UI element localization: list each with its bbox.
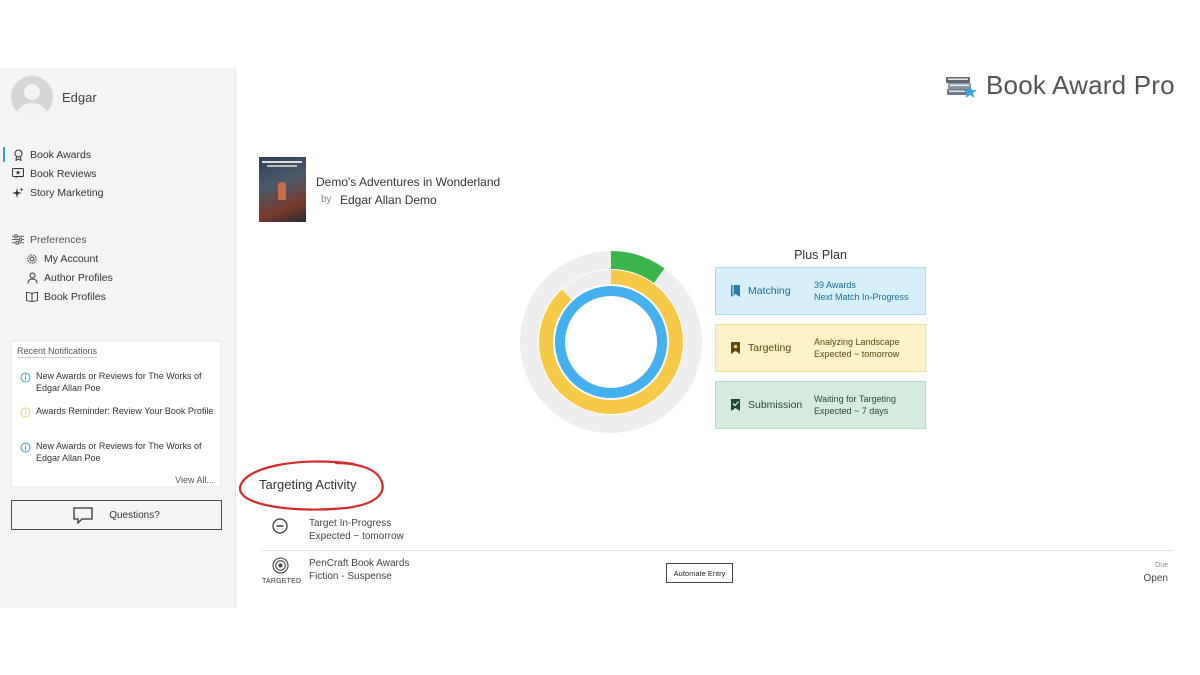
target-bookmark-icon <box>728 341 742 355</box>
sliders-icon <box>12 234 24 246</box>
targeted-tag: TARGETED <box>262 578 302 585</box>
activity-row[interactable]: Target In-Progress Expected ~ tomorrow <box>262 515 1174 549</box>
info-icon <box>20 442 31 453</box>
gear-icon <box>26 253 38 265</box>
person-icon <box>26 272 38 284</box>
sidebar-item-book-reviews[interactable]: Book Reviews <box>0 164 236 183</box>
activity-status: Target In-Progress <box>309 518 392 529</box>
book-cover[interactable] <box>259 157 306 222</box>
middle-ring-progress <box>539 270 683 414</box>
sidebar-item-preferences[interactable]: Preferences <box>0 230 236 249</box>
pending-icon <box>272 518 288 534</box>
sidebar-item-book-awards[interactable]: Book Awards <box>0 145 236 164</box>
sidebar-item-label: Author Profiles <box>44 271 113 284</box>
notifications-title: Recent Notifications <box>17 346 98 358</box>
plan-card-targeting[interactable]: Targeting Analyzing Landscape Expected ~ … <box>715 324 926 372</box>
sidebar-item-label: Book Profiles <box>44 290 106 303</box>
award-category: Fiction - Suspense <box>309 571 392 582</box>
reminder-icon <box>20 407 31 418</box>
award-name: PenCraft Book Awards <box>309 558 410 569</box>
preferences-nav: Preferences My Account Author Profiles B… <box>0 230 236 306</box>
notification-item[interactable]: New Awards or Reviews for The Works of E… <box>20 440 216 464</box>
outer-ring-track <box>520 251 702 433</box>
book-icon <box>26 291 38 303</box>
view-all-link[interactable]: View All... <box>175 475 214 485</box>
sidebar-item-story-marketing[interactable]: Story Marketing <box>0 183 236 202</box>
notifications-panel: Recent Notifications New Awards or Revie… <box>11 341 221 487</box>
sidebar-item-label: Book Awards <box>30 148 92 161</box>
sidebar-item-my-account[interactable]: My Account <box>0 249 236 268</box>
activity-title: Targeting Activity <box>259 477 357 492</box>
review-icon <box>12 168 24 180</box>
questions-button[interactable]: Questions? <box>11 500 222 530</box>
target-icon <box>272 557 289 574</box>
plan-card-submission[interactable]: Submission Waiting for Targeting Expected… <box>715 381 926 429</box>
automate-entry-button[interactable]: Automate Entry <box>666 563 733 583</box>
sidebar-item-label: Book Reviews <box>30 167 97 180</box>
book-title: Demo's Adventures in Wonderland <box>316 175 501 189</box>
award-icon <box>12 149 24 161</box>
inner-ring-progress <box>555 286 667 398</box>
main-nav: Book Awards Book Reviews Story Marketing <box>0 145 236 202</box>
activity-expected: Expected ~ tomorrow <box>309 531 404 542</box>
sidebar: Edgar Book Awards Book Reviews Story Mar… <box>0 68 236 608</box>
avatar[interactable] <box>11 76 53 118</box>
sidebar-item-book-profiles[interactable]: Book Profiles <box>0 287 236 306</box>
sidebar-item-author-profiles[interactable]: Author Profiles <box>0 268 236 287</box>
sidebar-item-label: My Account <box>44 252 99 265</box>
due-label: Due <box>1155 562 1168 569</box>
plan-title: Plus Plan <box>794 248 847 262</box>
notification-item[interactable]: New Awards or Reviews for The Works of E… <box>20 370 216 394</box>
bookmark-icon <box>728 284 742 298</box>
notification-item[interactable]: Awards Reminder: Review Your Book Profil… <box>20 405 216 418</box>
sidebar-item-label: Story Marketing <box>30 186 104 199</box>
sidebar-item-label: Preferences <box>30 233 87 246</box>
check-bookmark-icon <box>728 398 742 412</box>
book-by-label: by <box>321 194 332 205</box>
book-author: Edgar Allan Demo <box>340 193 437 207</box>
info-icon <box>20 372 31 383</box>
chat-bubble-icon <box>73 506 93 524</box>
due-value: Open <box>1143 573 1168 584</box>
questions-label: Questions? <box>109 509 160 521</box>
plan-card-matching[interactable]: Matching 39 Awards Next Match In-Progress <box>715 267 926 315</box>
activity-row[interactable]: TARGETED PenCraft Book Awards Fiction - … <box>262 550 1174 590</box>
user-name: Edgar <box>62 90 97 105</box>
progress-rings <box>520 251 702 433</box>
sparkle-icon <box>12 187 24 199</box>
